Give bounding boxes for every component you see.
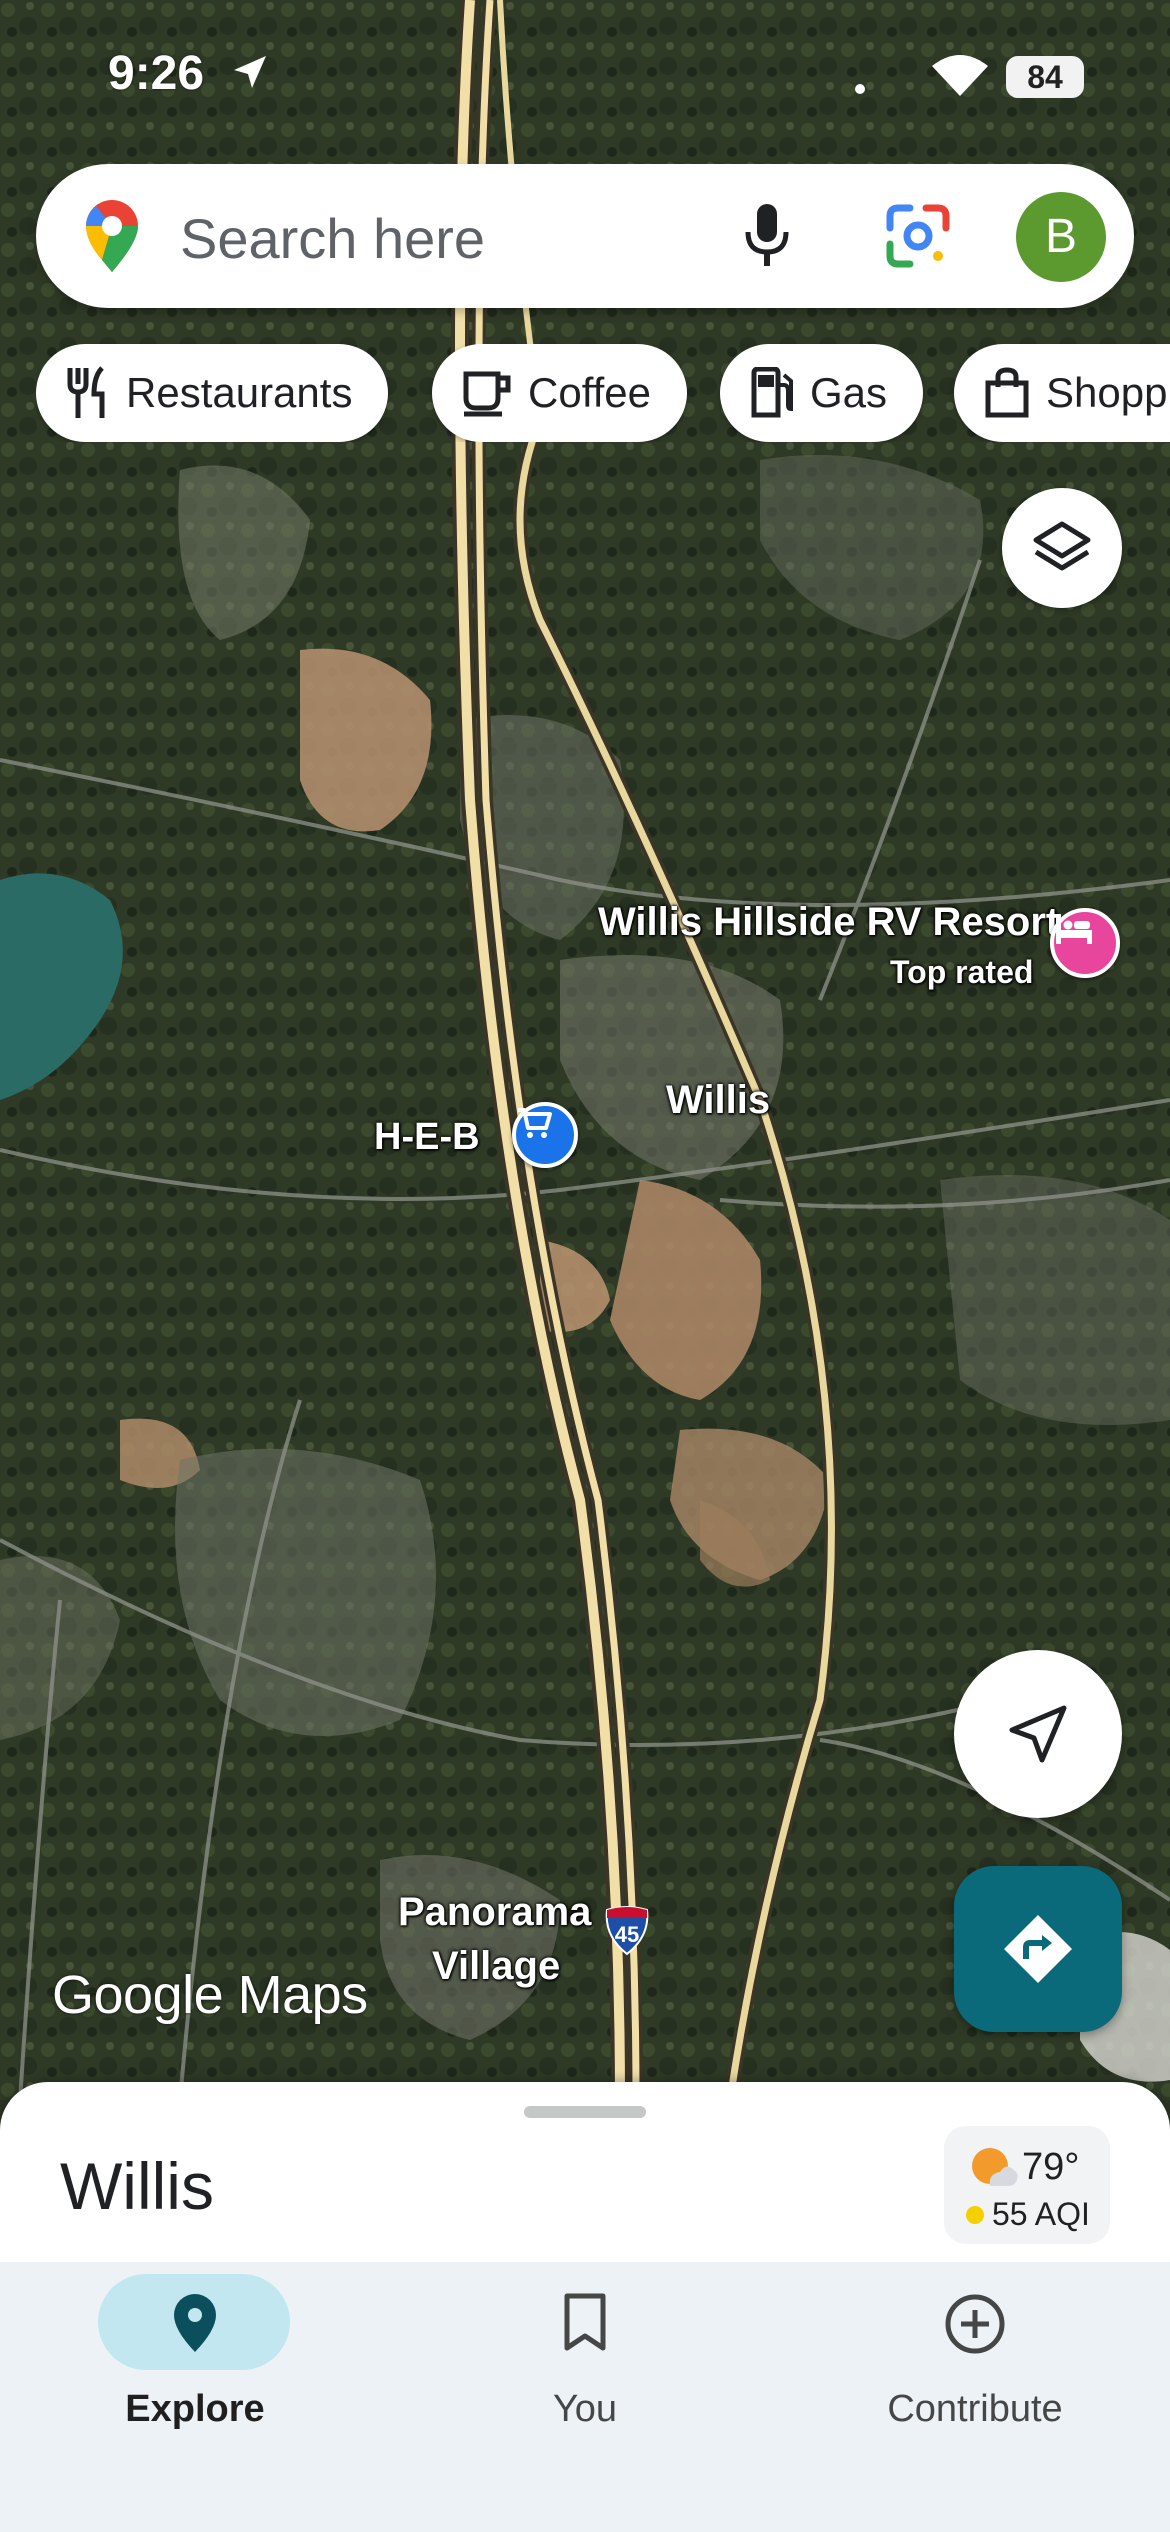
layers-icon	[1033, 521, 1091, 571]
nav-you-label: You	[552, 2388, 618, 2430]
nav-contribute[interactable]: Contribute	[780, 2262, 1170, 2462]
willis-town-label[interactable]: Willis	[666, 1078, 770, 1123]
google-lens-icon[interactable]	[884, 202, 952, 270]
chip-restaurants[interactable]: Restaurants	[36, 344, 389, 442]
my-location-button[interactable]	[954, 1650, 1122, 1818]
rv-resort-label[interactable]: Willis Hillside RV Resort	[598, 900, 1059, 945]
shopping-bag-icon	[985, 367, 1029, 418]
chip-label: Shopping	[1046, 369, 1170, 416]
chip-label: Coffee	[528, 369, 651, 416]
search-bar[interactable]: Search here B	[36, 164, 1134, 308]
heb-store-pin[interactable]	[512, 1102, 578, 1168]
navigation-arrow-icon	[1009, 1705, 1067, 1763]
panorama-village-label-line1[interactable]: Panorama	[398, 1890, 591, 1935]
nav-explore[interactable]: Explore	[0, 2262, 390, 2462]
chip-label: Restaurants	[126, 369, 353, 416]
chip-label: Gas	[810, 369, 888, 416]
weather-card[interactable]: 79° 55 AQI	[944, 2126, 1110, 2244]
heb-label[interactable]: H-E-B	[374, 1116, 480, 1159]
rv-resort-pin[interactable]	[1050, 908, 1120, 978]
location-arrow-icon	[234, 56, 266, 88]
nav-explore-label: Explore	[125, 2388, 265, 2430]
aqi-indicator-dot	[966, 2206, 984, 2224]
account-avatar[interactable]: B	[1016, 192, 1106, 282]
coffee-cup-icon	[463, 371, 511, 417]
bottom-navigation: Explore You Contribute	[0, 2262, 1170, 2532]
google-maps-watermark: Google Maps	[52, 1965, 368, 2025]
add-circle-icon	[945, 2294, 1005, 2354]
bookmark-icon	[564, 2293, 606, 2351]
sheet-drag-handle[interactable]	[524, 2106, 646, 2118]
rv-resort-sublabel: Top rated	[890, 954, 1034, 990]
panorama-village-label-line2[interactable]: Village	[432, 1944, 560, 1989]
weather-temperature: 79°	[1022, 2146, 1080, 2188]
location-pin-icon	[174, 2294, 216, 2352]
partly-cloudy-icon	[972, 2148, 1018, 2186]
directions-button[interactable]	[954, 1866, 1122, 2032]
map-layers-button[interactable]	[1002, 488, 1122, 608]
chip-gas[interactable]: Gas	[720, 344, 924, 442]
google-maps-logo-icon	[86, 200, 138, 272]
chip-coffee[interactable]: Coffee	[432, 344, 687, 442]
place-bottom-sheet[interactable]: Willis 79° 55 AQI	[0, 2082, 1170, 2262]
wifi-icon	[932, 55, 988, 96]
fork-knife-icon	[67, 366, 105, 418]
status-bar: 9:26 84	[0, 0, 1170, 150]
category-chips: Restaurants Coffee Gas Shopping	[36, 344, 1170, 442]
search-input[interactable]: Search here	[180, 206, 485, 271]
microphone-icon[interactable]	[742, 202, 792, 270]
nav-you[interactable]: You	[390, 2262, 780, 2462]
interstate-number: 45	[614, 1922, 640, 1947]
chip-shopping[interactable]: Shopping	[954, 344, 1170, 442]
directions-icon	[1004, 1915, 1072, 1983]
bed-icon	[1056, 914, 1092, 944]
nav-contribute-label: Contribute	[887, 2388, 1063, 2430]
air-quality-index: 55 AQI	[992, 2196, 1090, 2232]
gas-pump-icon	[751, 367, 793, 418]
place-title: Willis	[60, 2149, 214, 2223]
status-time: 9:26	[108, 47, 205, 100]
signal-dot-icon	[855, 84, 865, 94]
shopping-cart-icon	[518, 1108, 552, 1138]
battery-indicator: 84	[1006, 56, 1084, 98]
